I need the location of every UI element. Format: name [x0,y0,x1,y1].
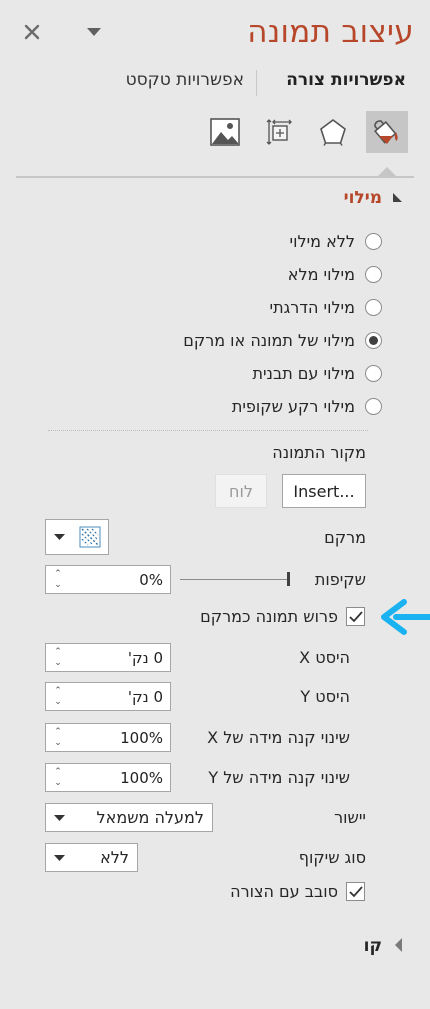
transparency-slider-thumb[interactable] [287,572,290,586]
effects-tab[interactable] [312,111,354,153]
radio-selected-dot [369,336,378,345]
pane-options-button[interactable] [85,24,103,40]
texture-picker[interactable] [45,519,109,555]
fill-option-0[interactable]: ללא מילוי [290,232,382,251]
radio-button[interactable] [365,365,382,382]
radio-button[interactable] [365,299,382,316]
rotate-with-shape-checkbox[interactable] [346,882,365,901]
scale-y-spinner[interactable]: ⌃ ⌄ 100% [45,763,171,792]
fill-option-5[interactable]: מילוי רקע שקופית [232,397,382,416]
radio-button[interactable] [365,332,382,349]
effects-icon [320,119,346,146]
fill-line-icon [374,120,398,144]
offset-y-spinner[interactable]: ⌃ ⌄ 0 נק' [45,682,171,711]
fill-option-2[interactable]: מילוי הדרגתי [270,298,382,317]
scale-x-label: שינוי קנה מידה של X [207,728,350,747]
tab-separator [256,70,257,96]
checkmark-icon [348,885,363,897]
spinner-arrows-icon[interactable]: ⌃ ⌄ [46,724,70,751]
transparency-spinner[interactable]: ⌃ ⌄ 0% [45,565,171,594]
fill-option-label: מילוי מלא [287,265,355,284]
fill-option-1[interactable]: מילוי מלא [288,265,382,284]
tile-checkbox[interactable] [346,607,365,626]
annotation-arrow-icon [381,599,430,635]
fill-option-4[interactable]: מילוי עם תבנית [252,364,382,383]
mirror-type-label: סוג שיקוף [298,848,366,867]
spinner-arrows-icon[interactable]: ⌃ ⌄ [46,764,70,791]
scale-y-label: שינוי קנה מידה של Y [208,768,350,787]
selected-tab-indicator [378,167,396,176]
alignment-label: יישור [334,808,366,827]
fill-option-label: מילוי רקע שקופית [231,397,355,416]
texture-label: מרקם [324,528,366,547]
picture-source-label: מקור התמונה [272,443,366,462]
close-button[interactable] [20,20,44,44]
spinner-arrows-icon[interactable]: ⌃ ⌄ [46,566,70,593]
chevron-down-icon [46,814,72,821]
radio-button[interactable] [365,266,382,283]
texture-swatch-icon [79,526,101,548]
tab-text-options[interactable]: אפשרויות טקסט [126,70,244,90]
fill-option-label: מילוי של תמונה או מרקם [183,331,355,350]
chevron-down-icon [87,28,101,36]
transparency-slider[interactable] [180,579,290,580]
collapse-triangle-icon[interactable] [393,193,402,202]
chevron-down-icon [46,854,72,861]
line-section-title[interactable]: קו [364,936,382,956]
fill-line-tab[interactable] [366,111,408,153]
size-properties-icon [266,119,292,145]
fill-section-title[interactable]: מילוי [344,188,382,208]
radio-button[interactable] [365,398,382,415]
scale-x-spinner[interactable]: ⌃ ⌄ 100% [45,723,171,752]
size-properties-tab[interactable] [258,111,300,153]
fill-option-label: מילוי הדרגתי [269,298,355,317]
picture-tab[interactable] [204,111,246,153]
picture-icon [210,118,240,146]
close-icon [24,24,40,40]
mirror-type-dropdown[interactable]: ללא [45,843,138,872]
transparency-label: שקיפות [314,570,366,589]
chevron-down-icon [46,534,72,540]
tile-label: פרוש תמונה כמרקם [200,607,338,626]
radio-button[interactable] [365,233,382,250]
checkmark-icon [348,610,363,622]
offset-y-label: היסט Y [300,687,350,706]
fill-option-label: מילוי עם תבנית [252,364,355,383]
tab-shape-options[interactable]: אפשרויות צורה [286,70,406,90]
rotate-with-shape-label: סובב עם הצורה [230,882,338,901]
icon-bar-divider [16,176,414,178]
alignment-dropdown[interactable]: למעלה משמאל [45,803,213,832]
insert-button[interactable]: Insert... [282,474,366,508]
spinner-arrows-icon[interactable]: ⌃ ⌄ [46,644,70,671]
fill-option-3[interactable]: מילוי של תמונה או מרקם [183,331,382,350]
section-divider [48,430,368,431]
pane-title: עיצוב תמונה [247,14,414,50]
spinner-arrows-icon[interactable]: ⌃ ⌄ [46,683,70,710]
clipboard-button[interactable]: לוח [215,474,267,508]
expand-triangle-icon[interactable] [395,938,402,952]
offset-x-label: היסט X [299,648,350,667]
fill-option-label: ללא מילוי [289,232,355,251]
offset-x-spinner[interactable]: ⌃ ⌄ 0 נק' [45,643,171,672]
